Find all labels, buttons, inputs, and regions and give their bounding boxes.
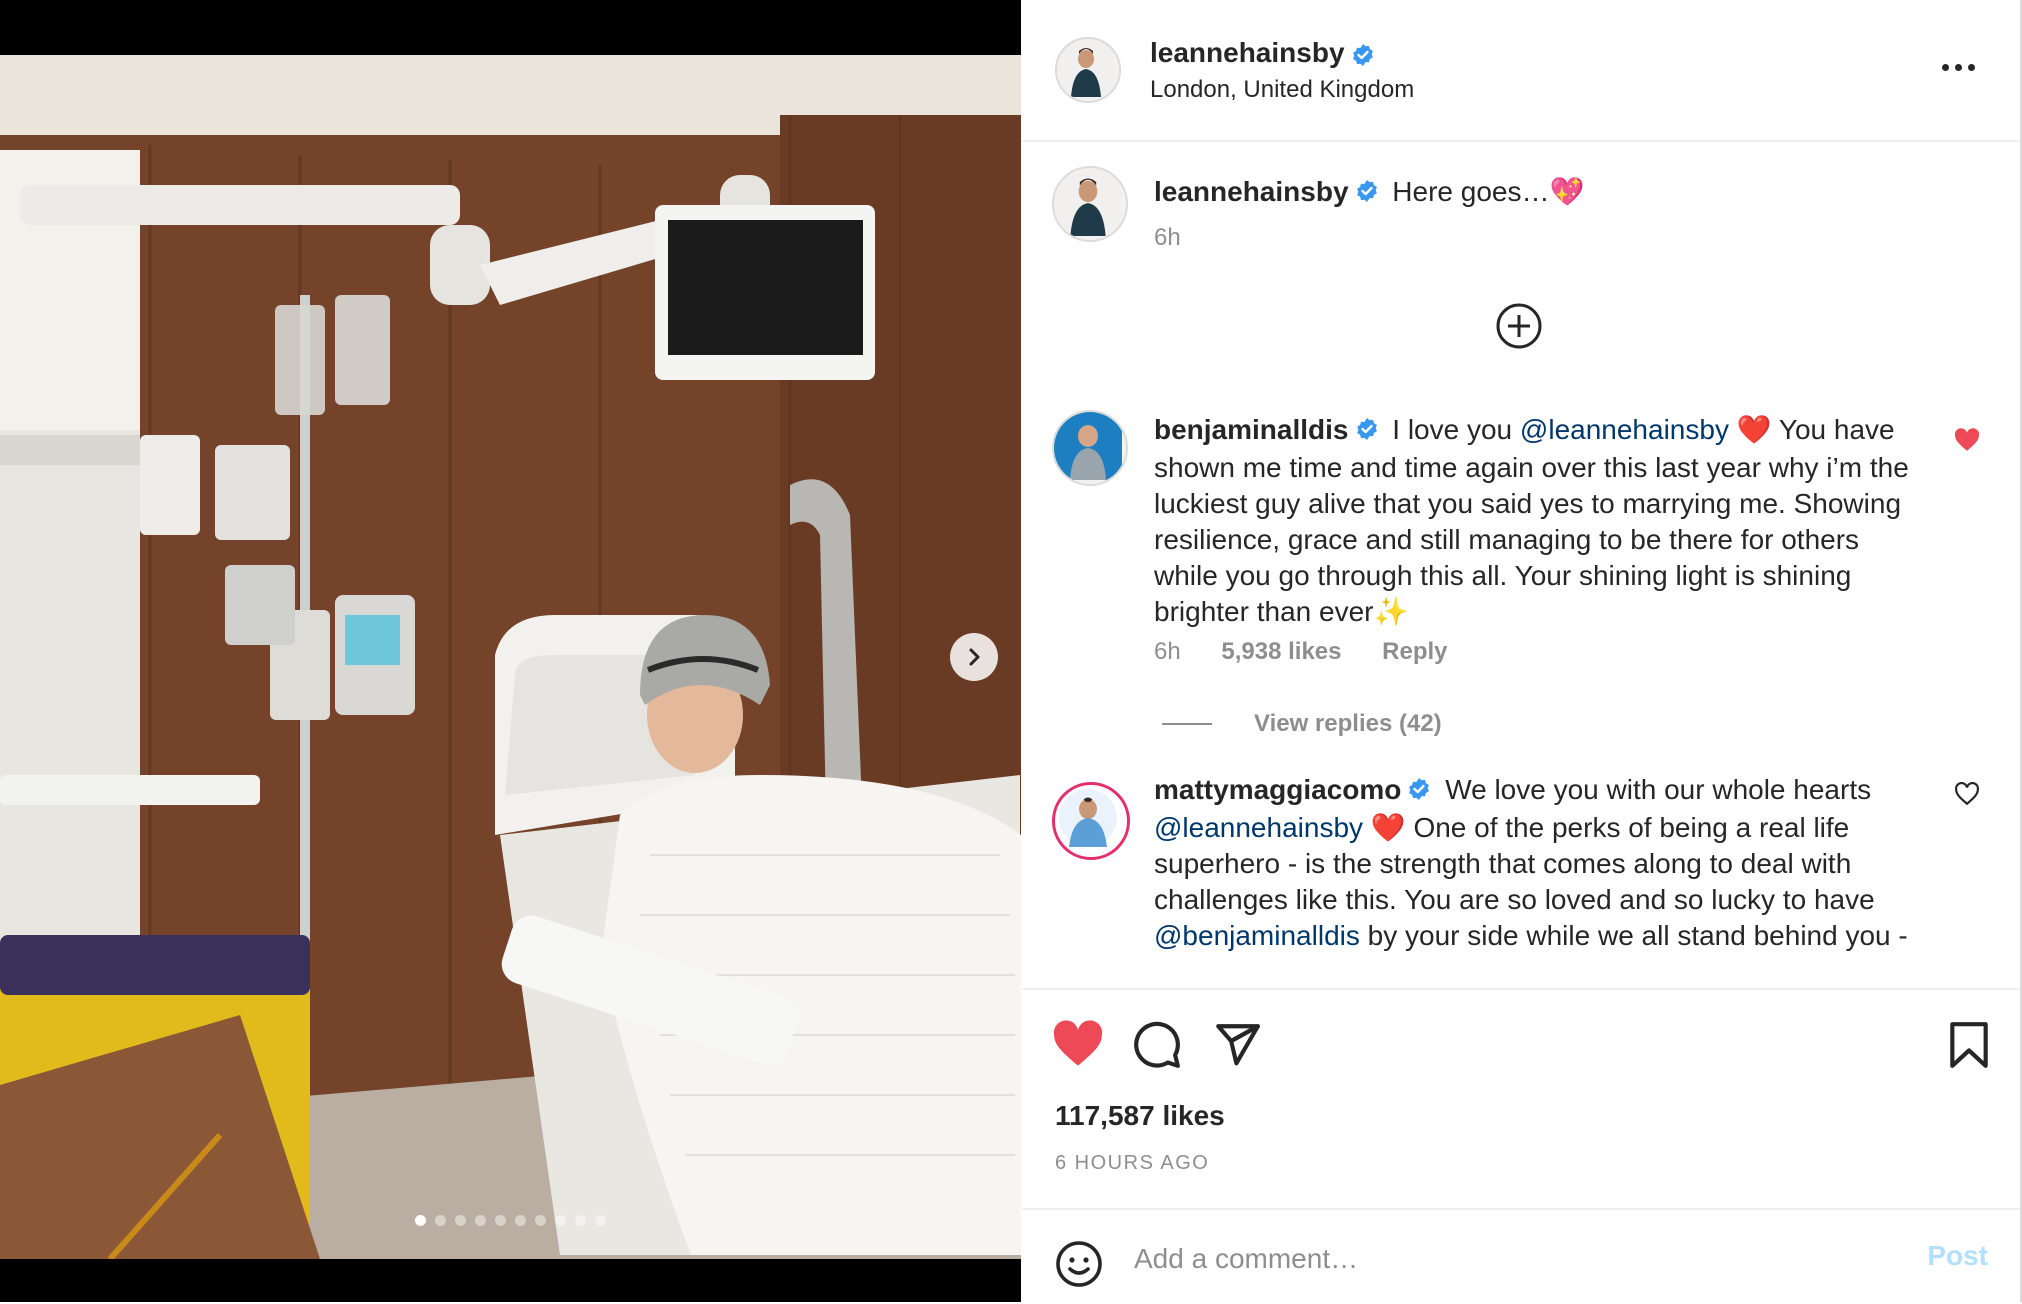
post-photo xyxy=(0,55,1021,1259)
more-icon xyxy=(1955,63,1962,71)
plus-circle-icon xyxy=(1496,303,1542,349)
load-more-comments-button[interactable] xyxy=(1496,303,1542,349)
view-replies-label: View replies (42) xyxy=(1254,710,1442,737)
verified-badge-icon xyxy=(1407,774,1431,810)
mention-link[interactable]: @benjaminalldis xyxy=(1154,920,1360,951)
caption-avatar[interactable] xyxy=(1052,166,1128,242)
more-icon xyxy=(1968,63,1975,71)
hospital-room-photo xyxy=(0,55,1021,1259)
post-detail-panel: leannehainsby London, United Kingdom lea… xyxy=(1022,0,2022,1302)
carousel-dot xyxy=(595,1215,606,1226)
verified-badge-icon xyxy=(1355,414,1379,450)
bookmark-icon xyxy=(1950,1022,1988,1068)
share-button[interactable] xyxy=(1212,1020,1262,1075)
add-comment-bar: Post xyxy=(1022,1208,2020,1304)
carousel-dot xyxy=(435,1215,446,1226)
post-location[interactable]: London, United Kingdom xyxy=(1150,76,1414,104)
smiley-icon xyxy=(1056,1241,1102,1287)
comment-like-button[interactable] xyxy=(1954,428,1980,457)
save-button[interactable] xyxy=(1946,1020,1992,1075)
likes-count[interactable]: 117,587 likes xyxy=(1055,1100,1225,1132)
avatar-image xyxy=(1054,412,1122,480)
avatar-image xyxy=(1054,168,1122,236)
carousel-dot xyxy=(535,1215,546,1226)
like-button[interactable] xyxy=(1052,1020,1104,1073)
caption-text: Here goes…💖 xyxy=(1392,176,1585,207)
heart-filled-icon xyxy=(1053,1020,1103,1066)
carousel-dot xyxy=(555,1215,566,1226)
verified-badge-icon xyxy=(1351,43,1375,72)
comment-avatar-story[interactable] xyxy=(1052,782,1130,860)
comment-item: mattymaggiacomo We love you with our who… xyxy=(1022,774,2020,988)
comment-icon xyxy=(1134,1021,1180,1068)
carousel-next-button[interactable] xyxy=(950,633,998,681)
comment-username[interactable]: mattymaggiacomo xyxy=(1154,774,1401,805)
comment-button[interactable] xyxy=(1132,1020,1182,1075)
comment-like-button[interactable] xyxy=(1954,781,1980,811)
carousel-dot xyxy=(415,1215,426,1226)
author-avatar[interactable] xyxy=(1055,37,1121,103)
post-comment-button[interactable]: Post xyxy=(1927,1240,1988,1272)
comment-input[interactable] xyxy=(1132,1236,1896,1282)
carousel-dot xyxy=(455,1215,466,1226)
verified-badge-icon xyxy=(1355,176,1379,212)
author-username[interactable]: leannehainsby xyxy=(1150,37,1345,68)
chevron-right-icon xyxy=(969,648,980,666)
post-timestamp[interactable]: 6 HOURS AGO xyxy=(1055,1152,1209,1175)
carousel-dot xyxy=(495,1215,506,1226)
divider xyxy=(1162,723,1212,725)
caption: leannehainsby Here goes…💖 6h xyxy=(1022,142,2020,302)
avatar-image xyxy=(1057,39,1115,97)
carousel-indicator xyxy=(0,1215,1021,1226)
comment-text: I love you @leannehainsby ❤️ You have sh… xyxy=(1154,414,1909,627)
carousel-dot xyxy=(475,1215,486,1226)
send-icon xyxy=(1216,1024,1260,1066)
more-icon xyxy=(1942,63,1949,71)
comment-username[interactable]: benjaminalldis xyxy=(1154,414,1349,445)
caption-time: 6h xyxy=(1154,224,1181,251)
heart-outline-icon xyxy=(1955,781,1979,806)
comment-avatar[interactable] xyxy=(1052,410,1128,486)
heart-filled-icon xyxy=(1954,428,1980,451)
post-media xyxy=(0,0,1021,1302)
post-header: leannehainsby London, United Kingdom xyxy=(1022,0,2020,142)
mention-link[interactable]: @leannehainsby xyxy=(1154,812,1363,843)
avatar-image xyxy=(1059,789,1117,847)
caption-username[interactable]: leannehainsby xyxy=(1154,176,1349,207)
view-replies-button[interactable]: View replies (42) xyxy=(1162,710,1442,738)
emoji-button[interactable] xyxy=(1055,1240,1103,1293)
post-actions: 117,587 likes 6 HOURS AGO xyxy=(1022,988,2020,1210)
mention-link[interactable]: @leannehainsby xyxy=(1520,414,1729,445)
carousel-dot xyxy=(575,1215,586,1226)
more-options-button[interactable] xyxy=(1942,52,1982,82)
reply-button[interactable]: Reply xyxy=(1382,638,1447,665)
carousel-dot xyxy=(515,1215,526,1226)
comment-likes[interactable]: 5,938 likes xyxy=(1221,638,1341,665)
comments-section: leannehainsby Here goes…💖 6h benjaminall… xyxy=(1022,142,2020,988)
comment-item: benjaminalldis I love you @leannehainsby… xyxy=(1022,404,2020,704)
comment-time: 6h xyxy=(1154,638,1181,665)
